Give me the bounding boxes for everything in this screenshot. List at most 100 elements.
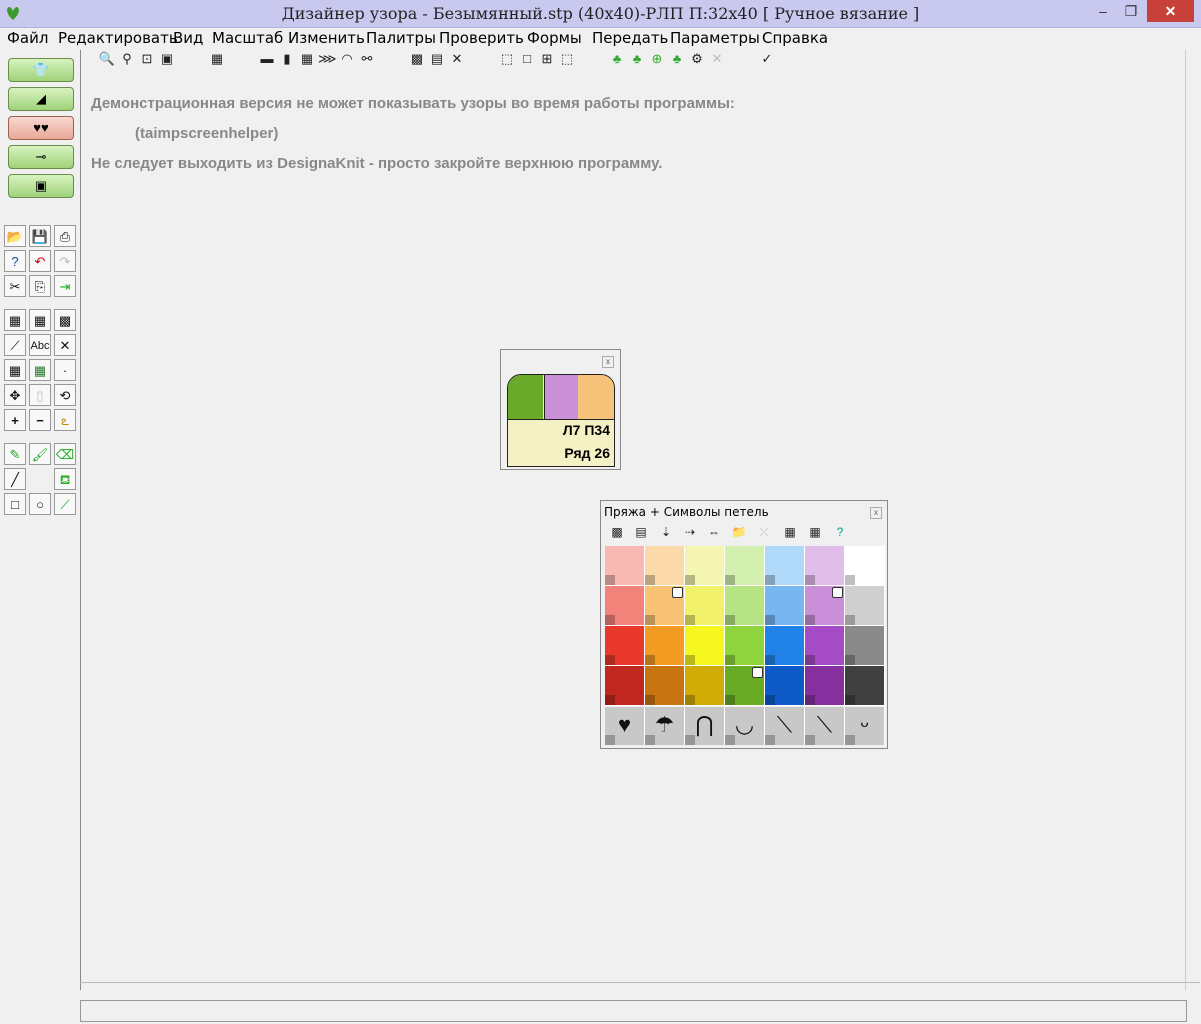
shape-4-icon[interactable]: ♣ [668, 50, 686, 68]
stitch-designer-button[interactable]: ♥♥ [8, 116, 74, 140]
interactive-knitting-button[interactable]: ⊸ [8, 145, 74, 169]
eraser-icon[interactable]: ⌫ [54, 443, 76, 465]
zoom-out-icon[interactable]: ⚲ [118, 50, 136, 68]
vertical-ruler-icon[interactable]: ▮ [278, 50, 296, 68]
fill-icon[interactable]: ⛾ [54, 468, 76, 490]
folder-icon[interactable]: 📁 [730, 523, 748, 541]
print-icon[interactable]: ⎙ [54, 225, 76, 247]
yarn-color-swatch[interactable] [685, 546, 725, 586]
yarn-color-swatch[interactable] [725, 586, 765, 626]
menu-edit[interactable]: Редактировать [58, 29, 178, 47]
plus-icon[interactable]: + [4, 409, 26, 431]
color-palette-icon[interactable]: ▩ [408, 50, 426, 68]
yarn-color-swatch[interactable] [765, 546, 805, 586]
select-rect-icon[interactable]: □ [518, 50, 536, 68]
rectangle-icon[interactable]: □ [4, 493, 26, 515]
lasso-icon[interactable]: ఽ [54, 409, 76, 431]
stitch-symbol-cell[interactable]: ♥ [605, 707, 645, 745]
current-color-window[interactable]: x Л7 П34 Ряд 26 [500, 349, 621, 470]
brush-icon[interactable]: 🖌 [29, 443, 51, 465]
text-icon[interactable]: Abc [29, 334, 51, 356]
grid-large-palette-icon[interactable]: ▦ [806, 523, 824, 541]
yarn-color-swatch[interactable] [805, 586, 845, 626]
yarn-color-swatch[interactable] [725, 666, 765, 706]
yarn-color-swatch[interactable] [805, 666, 845, 706]
rainbow-icon[interactable]: ◠ [338, 50, 356, 68]
stitch-symbol-cell[interactable]: ⟍ [805, 707, 845, 745]
move-icon[interactable]: ✥ [4, 384, 26, 406]
grid-view-icon[interactable]: ▦ [208, 50, 226, 68]
zoom-fit-icon[interactable]: ⊡ [138, 50, 156, 68]
yarn-color-swatch[interactable] [685, 626, 725, 666]
minus-icon[interactable]: − [29, 409, 51, 431]
zoom-box-icon[interactable]: ▣ [158, 50, 176, 68]
yarn-color-swatch[interactable] [605, 546, 645, 586]
garment-button[interactable]: 👕 [8, 58, 74, 82]
yarn-color-swatch[interactable] [605, 586, 645, 626]
grid-small-palette-icon[interactable]: ▦ [781, 523, 799, 541]
yarn-color-swatch[interactable] [645, 626, 685, 666]
palette-window-close-icon[interactable]: x [870, 507, 882, 519]
stitch-symbol-cell[interactable]: ☂ [645, 707, 685, 745]
pencil-icon[interactable]: ✎ [4, 443, 26, 465]
symbol-grid-icon[interactable]: ▤ [632, 523, 650, 541]
menu-file[interactable]: Файл [7, 29, 48, 47]
paste-icon[interactable]: ⇥ [54, 275, 76, 297]
grid-icon[interactable]: ▦ [298, 50, 316, 68]
menu-modify[interactable]: Изменить [288, 29, 365, 47]
rotate-icon[interactable]: ⟲ [54, 384, 76, 406]
frame-icon[interactable]: ▯ [29, 384, 51, 406]
circle-icon[interactable]: ○ [29, 493, 51, 515]
cut-icon[interactable]: ✂ [4, 275, 26, 297]
block-icon[interactable]: ▦ [4, 359, 26, 381]
yarn-color-swatch[interactable] [645, 666, 685, 706]
yarn-color-swatch[interactable] [805, 626, 845, 666]
yarn-color-swatch[interactable] [845, 586, 885, 626]
yarn-color-swatch[interactable] [765, 666, 805, 706]
stitch-symbol-cell[interactable]: ⋂ [685, 707, 725, 745]
menu-transfer[interactable]: Передать [592, 29, 668, 47]
disabled-tool-icon[interactable]: ⤫ [755, 523, 773, 541]
undo-icon[interactable]: ↶ [29, 250, 51, 272]
help-icon[interactable]: ? [4, 250, 26, 272]
yarn-color-swatch[interactable] [765, 626, 805, 666]
chart-button[interactable]: ◢ [8, 87, 74, 111]
stitch-symbol-cell[interactable]: ⟍ [765, 707, 805, 745]
yarn-color-swatch[interactable] [605, 666, 645, 706]
yarn-color-swatch[interactable] [685, 586, 725, 626]
shape-6-icon[interactable]: ✕ [708, 50, 726, 68]
menu-view[interactable]: Вид [173, 29, 203, 47]
yarn-color-swatch[interactable] [645, 546, 685, 586]
color-grid-icon[interactable]: ▩ [608, 523, 626, 541]
grid-small-icon[interactable]: ▦ [4, 309, 26, 331]
grid-medium-icon[interactable]: ▦ [29, 309, 51, 331]
yarn-color-swatch[interactable] [725, 626, 765, 666]
open-icon[interactable]: 📂 [4, 225, 26, 247]
menu-palettes[interactable]: Палитры [366, 29, 436, 47]
minimize-button[interactable]: – [1090, 0, 1116, 22]
line-icon[interactable]: ╱ [4, 468, 26, 490]
yarn-color-swatch[interactable] [805, 546, 845, 586]
shape-2-icon[interactable]: ♣ [628, 50, 646, 68]
mini-window-close-icon[interactable]: x [602, 356, 614, 368]
yarn-color-swatch[interactable] [605, 626, 645, 666]
stitch-tools-icon[interactable]: ✕ [448, 50, 466, 68]
redo-icon[interactable]: ↷ [54, 250, 76, 272]
select-center-icon[interactable]: ⊞ [538, 50, 556, 68]
symbol-palette-icon[interactable]: ▤ [428, 50, 446, 68]
yarn-color-swatch[interactable] [845, 546, 885, 586]
arrow-right-icon[interactable]: ⇢ [681, 523, 699, 541]
yarn-color-swatch[interactable] [845, 626, 885, 666]
symbols-icon[interactable]: ⚯ [358, 50, 376, 68]
image-button[interactable]: ▣ [8, 174, 74, 198]
eyedropper-icon[interactable]: ⟋ [54, 493, 76, 515]
dot-icon[interactable]: · [54, 359, 76, 381]
swap-icon[interactable]: ✕ [54, 334, 76, 356]
yarn-color-swatch[interactable] [845, 666, 885, 706]
menu-options[interactable]: Параметры [670, 29, 760, 47]
grid-color-icon[interactable]: ▩ [54, 309, 76, 331]
copy-icon[interactable]: ⎘ [29, 275, 51, 297]
zoom-in-icon[interactable]: 🔍 [98, 50, 116, 68]
draw-line-icon[interactable]: ⟋ [4, 334, 26, 356]
arrow-both-icon[interactable]: ⇔ [705, 523, 723, 541]
